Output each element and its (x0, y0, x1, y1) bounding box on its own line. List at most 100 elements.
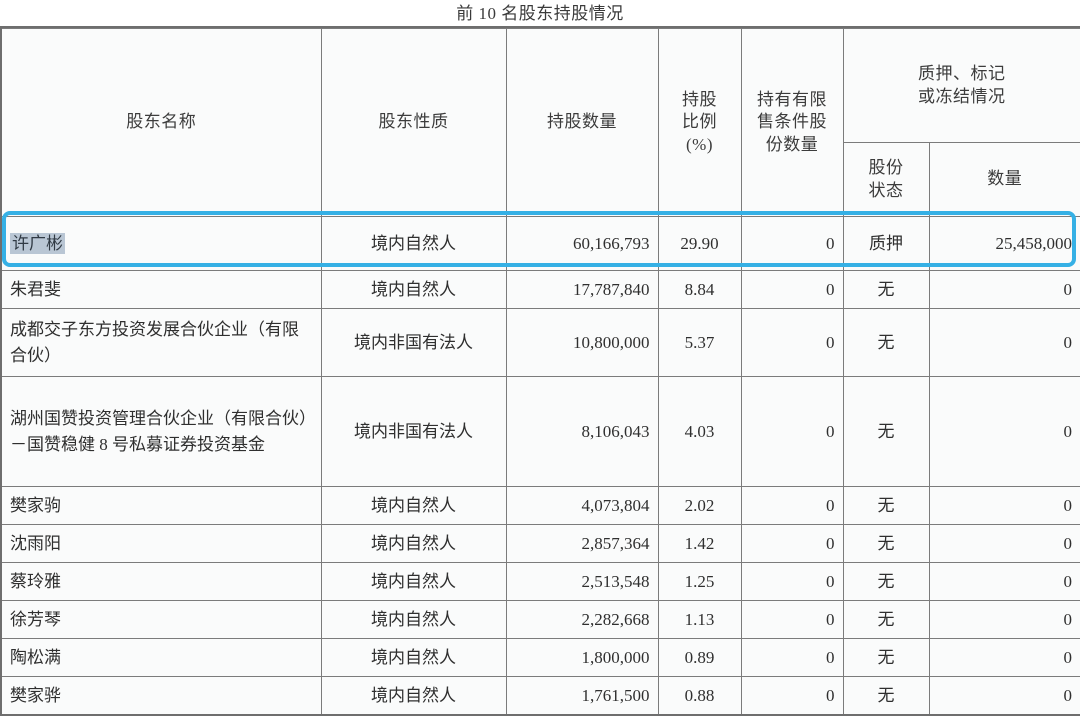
cell-share-state: 无 (842, 600, 930, 639)
cell-restricted-shares: 0 (740, 638, 844, 677)
cell-shareholder-nature: 境内自然人 (320, 638, 507, 677)
selected-shareholder-name[interactable]: 许广彬 (10, 232, 65, 254)
column-header-pledge-quantity: 数量 (928, 142, 1080, 217)
column-header-restricted-shares: 持有有限售条件股份数量 (740, 28, 844, 217)
cell-shares-held: 2,857,364 (505, 524, 659, 563)
cell-shareholding-ratio: 1.13 (657, 600, 742, 639)
cell-shareholder-nature: 境内自然人 (320, 676, 507, 715)
column-header-shareholder-nature: 股东性质 (320, 28, 507, 217)
table-row[interactable]: 樊家骅 境内自然人 1,761,500 0.88 0 无 0 (0, 676, 1080, 715)
cell-shareholder-name: 樊家驹 (0, 486, 322, 525)
cell-shareholding-ratio: 1.42 (657, 524, 742, 563)
cell-share-state: 无 (842, 562, 930, 601)
cell-share-state: 无 (842, 308, 930, 377)
cell-shares-held: 2,282,668 (505, 600, 659, 639)
cell-restricted-shares: 0 (740, 216, 844, 271)
cell-shareholder-name: 成都交子东方投资发展合伙企业（有限合伙） (0, 308, 322, 377)
cell-shares-held: 1,761,500 (505, 676, 659, 715)
pledge-group-header-line-2: 或冻结情况 (918, 86, 1006, 106)
cell-share-state: 无 (842, 676, 930, 715)
table-row[interactable]: 朱君斐 境内自然人 17,787,840 8.84 0 无 0 (0, 270, 1080, 309)
table-body: 许广彬 境内自然人 60,166,793 29.90 0 质押 25,458,0… (0, 216, 1080, 715)
cell-pledge-quantity: 0 (928, 270, 1080, 309)
table-row[interactable]: 沈雨阳 境内自然人 2,857,364 1.42 0 无 0 (0, 524, 1080, 563)
cell-pledge-quantity: 0 (928, 486, 1080, 525)
cell-shareholder-name: 蔡玲雅 (0, 562, 322, 601)
cell-share-state: 无 (842, 270, 930, 309)
column-header-shares-held: 持股数量 (505, 28, 659, 217)
cell-shareholder-nature: 境内非国有法人 (320, 308, 507, 377)
cell-pledge-quantity: 0 (928, 600, 1080, 639)
table-row[interactable]: 陶松满 境内自然人 1,800,000 0.89 0 无 0 (0, 638, 1080, 677)
table-row[interactable]: 成都交子东方投资发展合伙企业（有限合伙） 境内非国有法人 10,800,000 … (0, 308, 1080, 377)
share-state-header-line-2: 状态 (868, 180, 904, 200)
table-row[interactable]: 湖州国赞投资管理合伙企业（有限合伙）－国赞稳健 8 号私募证券投资基金 境内非国… (0, 376, 1080, 487)
table-row[interactable]: 蔡玲雅 境内自然人 2,513,548 1.25 0 无 0 (0, 562, 1080, 601)
cell-shares-held: 4,073,804 (505, 486, 659, 525)
cell-shareholder-nature: 境内非国有法人 (320, 376, 507, 487)
cell-restricted-shares: 0 (740, 486, 844, 525)
cell-shares-held: 2,513,548 (505, 562, 659, 601)
cell-shareholder-name: 湖州国赞投资管理合伙企业（有限合伙）－国赞稳健 8 号私募证券投资基金 (0, 376, 322, 487)
cell-shares-held: 8,106,043 (505, 376, 659, 487)
cell-pledge-quantity: 0 (928, 638, 1080, 677)
cell-shareholder-nature: 境内自然人 (320, 600, 507, 639)
cell-share-state: 无 (842, 638, 930, 677)
cell-shareholder-nature: 境内自然人 (320, 524, 507, 563)
cell-pledge-quantity: 0 (928, 308, 1080, 377)
ratio-header-line-1: 持股 (682, 89, 717, 109)
cell-shareholding-ratio: 4.03 (657, 376, 742, 487)
cell-shareholding-ratio: 8.84 (657, 270, 742, 309)
cell-shareholder-nature: 境内自然人 (320, 486, 507, 525)
table-row[interactable]: 徐芳琴 境内自然人 2,282,668 1.13 0 无 0 (0, 600, 1080, 639)
share-state-header-line-1: 股份 (868, 158, 904, 178)
ratio-header-line-3: (%) (686, 134, 713, 154)
cell-shareholder-nature: 境内自然人 (320, 216, 507, 271)
column-header-shareholder-name: 股东名称 (0, 28, 322, 217)
cell-pledge-quantity: 0 (928, 676, 1080, 715)
cell-restricted-shares: 0 (740, 676, 844, 715)
cell-shareholding-ratio: 5.37 (657, 308, 742, 377)
document-page: 前 10 名股东持股情况 股东名称 股东性质 持股数量 持股 比例 (%) 持有… (0, 0, 1080, 720)
cell-restricted-shares: 0 (740, 524, 844, 563)
cell-shares-held: 60,166,793 (505, 216, 659, 271)
table-title: 前 10 名股东持股情况 (0, 0, 1080, 28)
cell-shareholding-ratio: 1.25 (657, 562, 742, 601)
cell-shares-held: 10,800,000 (505, 308, 659, 377)
cell-shareholder-nature: 境内自然人 (320, 270, 507, 309)
cell-share-state: 无 (842, 376, 930, 487)
cell-pledge-quantity: 0 (928, 562, 1080, 601)
cell-shareholder-name: 朱君斐 (0, 270, 322, 309)
cell-restricted-shares: 0 (740, 308, 844, 377)
cell-shareholding-ratio: 0.89 (657, 638, 742, 677)
column-header-share-state: 股份 状态 (842, 142, 930, 217)
cell-shares-held: 17,787,840 (505, 270, 659, 309)
cell-shareholding-ratio: 29.90 (657, 216, 742, 271)
pledge-group-header-line-1: 质押、标记 (918, 64, 1006, 84)
cell-restricted-shares: 0 (740, 600, 844, 639)
cell-share-state: 无 (842, 524, 930, 563)
table-row[interactable]: 樊家驹 境内自然人 4,073,804 2.02 0 无 0 (0, 486, 1080, 525)
table-row[interactable]: 许广彬 境内自然人 60,166,793 29.90 0 质押 25,458,0… (0, 216, 1080, 271)
cell-shareholder-name: 许广彬 (0, 216, 322, 271)
cell-share-state: 质押 (842, 216, 930, 271)
cell-shareholder-name: 樊家骅 (0, 676, 322, 715)
cell-pledge-quantity: 25,458,000 (928, 216, 1080, 271)
cell-pledge-quantity: 0 (928, 376, 1080, 487)
cell-shareholder-name: 沈雨阳 (0, 524, 322, 563)
cell-share-state: 无 (842, 486, 930, 525)
cell-shareholder-name: 陶松满 (0, 638, 322, 677)
top-shareholders-table: 股东名称 股东性质 持股数量 持股 比例 (%) 持有有限售条件股份数量 质押、… (0, 28, 1080, 716)
cell-restricted-shares: 0 (740, 376, 844, 487)
cell-shareholder-name: 徐芳琴 (0, 600, 322, 639)
column-header-pledge-group: 质押、标记 或冻结情况 (842, 28, 1080, 143)
cell-shareholding-ratio: 2.02 (657, 486, 742, 525)
cell-restricted-shares: 0 (740, 562, 844, 601)
cell-shares-held: 1,800,000 (505, 638, 659, 677)
cell-pledge-quantity: 0 (928, 524, 1080, 563)
ratio-header-line-2: 比例 (682, 112, 717, 132)
column-header-shareholding-ratio: 持股 比例 (%) (657, 28, 742, 217)
cell-shareholding-ratio: 0.88 (657, 676, 742, 715)
cell-restricted-shares: 0 (740, 270, 844, 309)
cell-shareholder-nature: 境内自然人 (320, 562, 507, 601)
